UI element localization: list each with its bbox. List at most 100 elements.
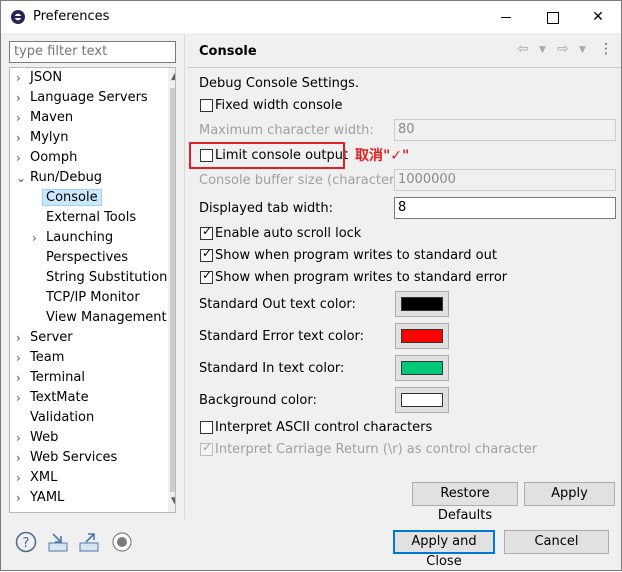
forward-icon[interactable]: ⇨ (557, 41, 569, 57)
chevron-right-icon[interactable]: › (16, 128, 26, 148)
tree-item-tcpip-monitor[interactable]: TCP/IP Monitor (46, 288, 140, 308)
page-title: Console (199, 44, 257, 59)
intro-text: Debug Console Settings. (199, 76, 360, 91)
tree-item-yaml[interactable]: › YAML (16, 488, 64, 508)
tree-item-string-substitution[interactable]: String Substitution (46, 268, 167, 288)
stderr-color-swatch (401, 329, 443, 343)
tree-item-xml[interactable]: › XML (16, 468, 57, 488)
back-menu-icon[interactable]: ▼ (539, 45, 546, 55)
tree-item-web-services[interactable]: › Web Services (16, 448, 117, 468)
tree-item-textmate[interactable]: › TextMate (16, 388, 89, 408)
help-icon[interactable]: ? (15, 531, 37, 553)
tree-item-external-tools[interactable]: External Tools (46, 208, 136, 228)
auto-scroll-checkbox[interactable] (200, 224, 213, 240)
eclipse-icon (11, 10, 25, 24)
tree-item-view-management[interactable]: View Management (46, 308, 167, 328)
tree-item-language-servers[interactable]: › Language Servers (16, 88, 148, 108)
back-icon[interactable]: ⇦ (517, 41, 529, 57)
preference-tree: › JSON › Language Servers › Maven › Mylyn › O… (9, 67, 176, 513)
filter-input[interactable] (14, 44, 171, 59)
chevron-right-icon[interactable]: › (16, 108, 26, 128)
tree-item-web[interactable]: › Web (16, 428, 58, 448)
window-title: Preferences (33, 9, 110, 24)
stdin-color-swatch (401, 361, 443, 375)
show-out-checkbox[interactable] (200, 246, 213, 262)
ascii-label: Interpret ASCII control characters (215, 420, 433, 435)
buffer-size-field[interactable] (394, 169, 616, 191)
scrollbar-thumb[interactable] (170, 88, 175, 492)
fixed-width-checkbox[interactable] (200, 99, 213, 112)
chevron-right-icon[interactable]: › (16, 148, 26, 168)
scroll-down-icon[interactable]: ▼ (171, 496, 175, 506)
max-char-width-label: Maximum character width: (199, 123, 374, 138)
sash[interactable] (184, 35, 185, 519)
apply-and-close-button[interactable]: Apply and Close (393, 530, 495, 569)
page-nav: ⇦ ▼ ⇨ ▼ ⋮ (515, 41, 615, 61)
apply-button[interactable]: Apply (524, 482, 615, 506)
tree-item-launching[interactable]: › Launching (32, 228, 113, 248)
stderr-color-button[interactable] (395, 323, 449, 349)
preferences-window: Preferences ✕ ›JSON ›Language Servers ›M… (0, 0, 622, 571)
title-bar: Preferences ✕ (1, 1, 621, 33)
tree-item-team[interactable]: › Team (16, 348, 64, 368)
close-button[interactable]: ✕ (575, 1, 621, 33)
tree-item-maven[interactable]: › Maven (16, 108, 73, 128)
header-divider (187, 67, 621, 68)
scroll-up-icon[interactable]: ▲ (171, 72, 175, 82)
chevron-right-icon[interactable]: › (16, 348, 26, 368)
stdout-color-label: Standard Out text color: (199, 297, 356, 312)
export-icon[interactable] (78, 531, 100, 553)
stderr-color-label: Standard Error text color: (199, 329, 365, 344)
tree-item-mylyn[interactable]: › Mylyn (16, 128, 68, 148)
carriage-return-checkbox[interactable] (200, 440, 213, 456)
stdout-color-button[interactable] (395, 291, 449, 317)
record-icon[interactable] (111, 531, 133, 553)
fixed-width-label: Fixed width console (215, 98, 343, 113)
stdin-color-button[interactable] (395, 355, 449, 381)
max-char-width-field[interactable] (394, 119, 616, 141)
chevron-right-icon[interactable]: › (16, 368, 26, 388)
max-char-width-input[interactable] (398, 122, 612, 137)
tab-width-field[interactable] (394, 197, 616, 219)
more-options-icon[interactable]: ⋮ (599, 41, 613, 57)
tree-item-validation[interactable]: Validation (30, 408, 94, 428)
background-color-button[interactable] (395, 387, 449, 413)
restore-defaults-button[interactable]: Restore Defaults (412, 482, 518, 523)
minimize-button[interactable] (483, 1, 529, 33)
buffer-size-input[interactable] (398, 172, 612, 187)
chevron-right-icon[interactable]: › (16, 388, 26, 408)
cancel-button[interactable]: Cancel (504, 530, 609, 554)
background-color-label: Background color: (199, 393, 317, 408)
chevron-right-icon[interactable]: › (16, 448, 26, 468)
buffer-size-label: Console buffer size (characters): (199, 173, 411, 188)
chevron-right-icon[interactable]: › (32, 228, 42, 248)
chevron-right-icon[interactable]: › (16, 428, 26, 448)
ascii-checkbox[interactable] (200, 421, 213, 434)
tree-item-json[interactable]: › JSON (16, 68, 62, 88)
annotation-text: 取消"✓" (355, 148, 410, 164)
maximize-button[interactable] (529, 1, 575, 33)
forward-menu-icon[interactable]: ▼ (579, 45, 586, 55)
tree-item-console[interactable]: Console (42, 188, 102, 208)
chevron-right-icon[interactable]: › (16, 68, 26, 88)
tab-width-input[interactable] (398, 200, 612, 215)
import-icon[interactable] (47, 531, 69, 553)
tree-item-perspectives[interactable]: Perspectives (46, 248, 128, 268)
auto-scroll-label: Enable auto scroll lock (215, 226, 362, 241)
tree-item-oomph[interactable]: › Oomph (16, 148, 77, 168)
show-out-label: Show when program writes to standard out (215, 248, 497, 263)
chevron-right-icon[interactable]: › (16, 488, 26, 508)
chevron-right-icon[interactable]: › (16, 328, 26, 348)
chevron-down-icon[interactable]: ⌄ (16, 168, 26, 188)
carriage-return-label: Interpret Carriage Return (\r) as contro… (215, 442, 538, 457)
chevron-right-icon[interactable]: › (16, 88, 26, 108)
tab-width-label: Displayed tab width: (199, 201, 333, 216)
chevron-right-icon[interactable]: › (16, 468, 26, 488)
tree-item-run-debug[interactable]: ⌄ Run/Debug (16, 168, 102, 188)
tree-item-server[interactable]: › Server (16, 328, 73, 348)
show-err-checkbox[interactable] (200, 268, 213, 284)
tree-item-terminal[interactable]: › Terminal (16, 368, 85, 388)
filter-field[interactable] (9, 41, 176, 63)
highlight-box (189, 142, 345, 169)
tree-scrollbar[interactable]: ▲ ▼ (168, 68, 175, 512)
